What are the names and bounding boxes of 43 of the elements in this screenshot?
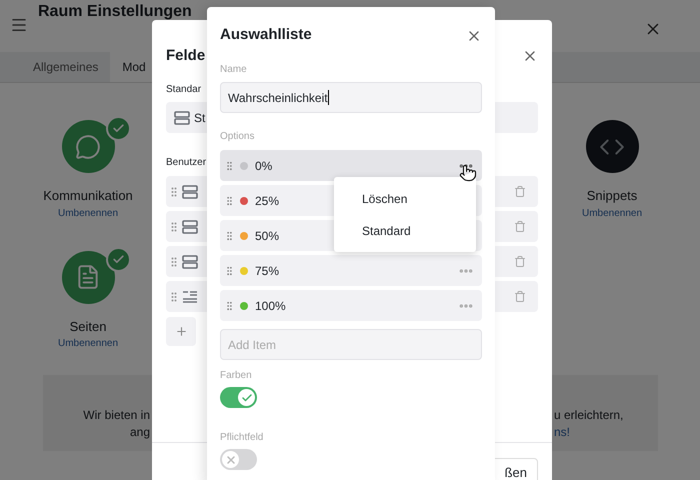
dialog-title: Felde [166, 46, 206, 66]
option-row[interactable]: 0% [220, 150, 482, 181]
section-icon [182, 254, 198, 268]
info-text: Wir bieten in [83, 407, 150, 424]
info-text: u erleichtern, [554, 407, 624, 424]
option-label: 50% [255, 228, 280, 244]
info-text: ang [130, 424, 150, 441]
x-icon [224, 454, 236, 466]
check-icon [240, 392, 252, 404]
option-label: 0% [255, 158, 272, 174]
menu-icon[interactable] [10, 16, 28, 34]
field-name: St [194, 110, 206, 126]
option-label: 100% [255, 298, 286, 314]
toggle-switch[interactable] [220, 449, 257, 470]
section-icon [182, 184, 198, 198]
option-label: 75% [255, 262, 280, 280]
module-name: Kommunikation [43, 187, 133, 205]
field-label: Farben [220, 369, 252, 383]
toggle-switch[interactable] [220, 387, 257, 408]
name-field[interactable]: Wahrscheinlichkeit [220, 82, 482, 113]
trash-icon[interactable] [514, 185, 526, 198]
menu-item[interactable]: Standard [362, 222, 448, 240]
module-name: Seiten [70, 318, 106, 336]
option-row[interactable]: 100% [220, 290, 482, 321]
section-label: Benutzer [166, 156, 206, 170]
option-label: 25% [255, 192, 280, 210]
section-icon [174, 110, 190, 124]
page-title: Raum Einstellungen [38, 3, 192, 20]
section-icon [182, 220, 198, 234]
field-label: Options [220, 130, 256, 144]
trash-icon[interactable] [514, 290, 526, 303]
chat-bubble-icon [75, 134, 101, 160]
dialog-title: Auswahlliste [220, 25, 312, 46]
plus-icon [174, 325, 188, 338]
text-lines-icon [182, 290, 198, 304]
section-label: Standar [166, 83, 202, 97]
module-name: Snippets [586, 187, 638, 205]
field-label: Name [220, 63, 248, 77]
field-label: Pflichtfeld [220, 431, 264, 445]
option-row[interactable]: 75% [220, 255, 482, 286]
trash-icon[interactable] [514, 255, 526, 268]
trash-icon[interactable] [514, 220, 526, 233]
menu-item[interactable]: Löschen [362, 190, 448, 208]
